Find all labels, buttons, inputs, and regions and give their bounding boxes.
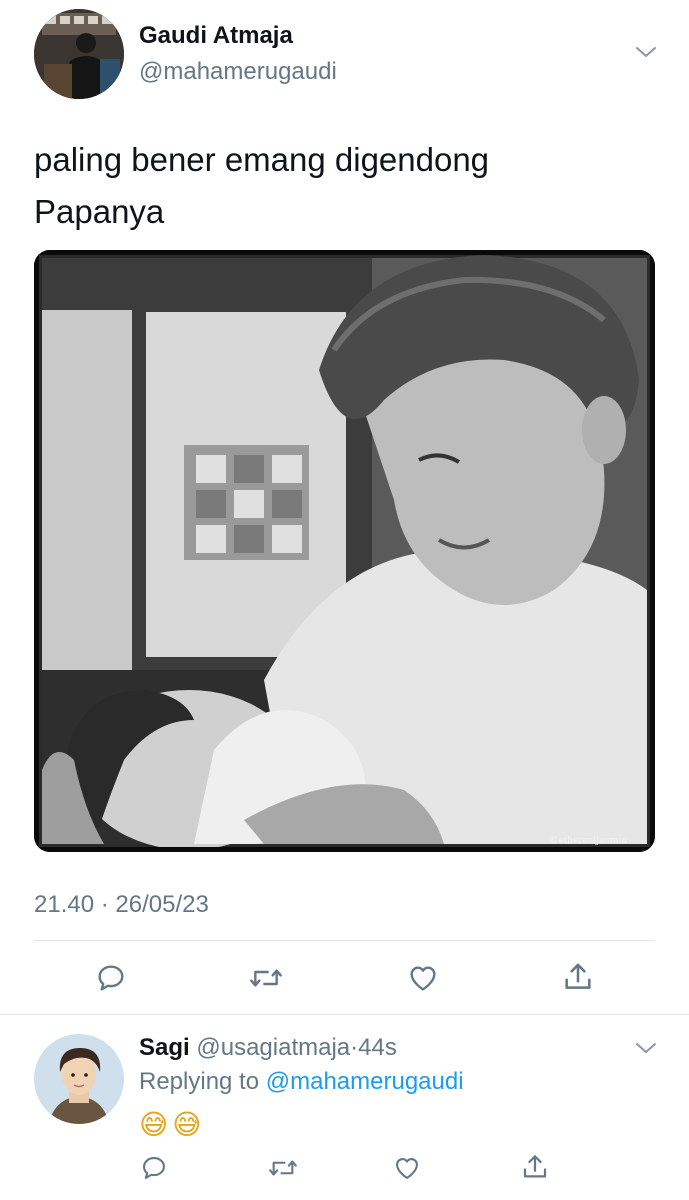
tweet-text-line: paling bener emang digendong bbox=[34, 141, 490, 178]
tweet-divider bbox=[34, 940, 655, 941]
chevron-down-icon[interactable] bbox=[634, 44, 658, 60]
tweet-photo[interactable]: ©etherealjaemin bbox=[34, 250, 655, 852]
share-icon[interactable] bbox=[561, 960, 595, 994]
reply-icon[interactable] bbox=[94, 962, 128, 994]
reply-author-avatar[interactable] bbox=[34, 1034, 124, 1124]
replying-to: Replying to @mahamerugaudi bbox=[139, 1068, 464, 1096]
replying-to-label: Replying to bbox=[139, 1068, 260, 1095]
retweet-icon[interactable] bbox=[247, 962, 285, 994]
like-icon[interactable] bbox=[392, 1154, 422, 1182]
tweet-text: paling bener emang digendong Papanya bbox=[34, 134, 489, 238]
tweet-text-line: Papanya bbox=[34, 193, 165, 230]
author-avatar[interactable] bbox=[34, 9, 124, 99]
reply-author-name[interactable]: Sagi bbox=[139, 1034, 190, 1061]
photo-watermark: ©etherealjaemin bbox=[549, 836, 627, 846]
replying-to-handle[interactable]: @mahamerugaudi bbox=[266, 1068, 464, 1095]
tweet-timestamp[interactable]: 21.40 · 26/05/23 bbox=[34, 891, 209, 919]
reply-text: 😅😅 bbox=[139, 1109, 206, 1140]
reply-icon[interactable] bbox=[139, 1154, 169, 1182]
retweet-icon[interactable] bbox=[266, 1154, 300, 1182]
author-name[interactable]: Gaudi Atmaja bbox=[139, 22, 293, 50]
section-divider bbox=[0, 1014, 689, 1015]
author-handle[interactable]: @mahamerugaudi bbox=[139, 58, 337, 86]
chevron-down-icon[interactable] bbox=[634, 1040, 658, 1056]
reply-separator: · bbox=[350, 1034, 359, 1061]
like-icon[interactable] bbox=[406, 962, 440, 994]
share-icon[interactable] bbox=[520, 1152, 550, 1182]
reply-time[interactable]: 44s bbox=[358, 1034, 397, 1061]
reply-author-handle[interactable]: @usagiatmaja bbox=[196, 1034, 350, 1061]
reply-header: Sagi @usagiatmaja·44s bbox=[139, 1034, 397, 1062]
